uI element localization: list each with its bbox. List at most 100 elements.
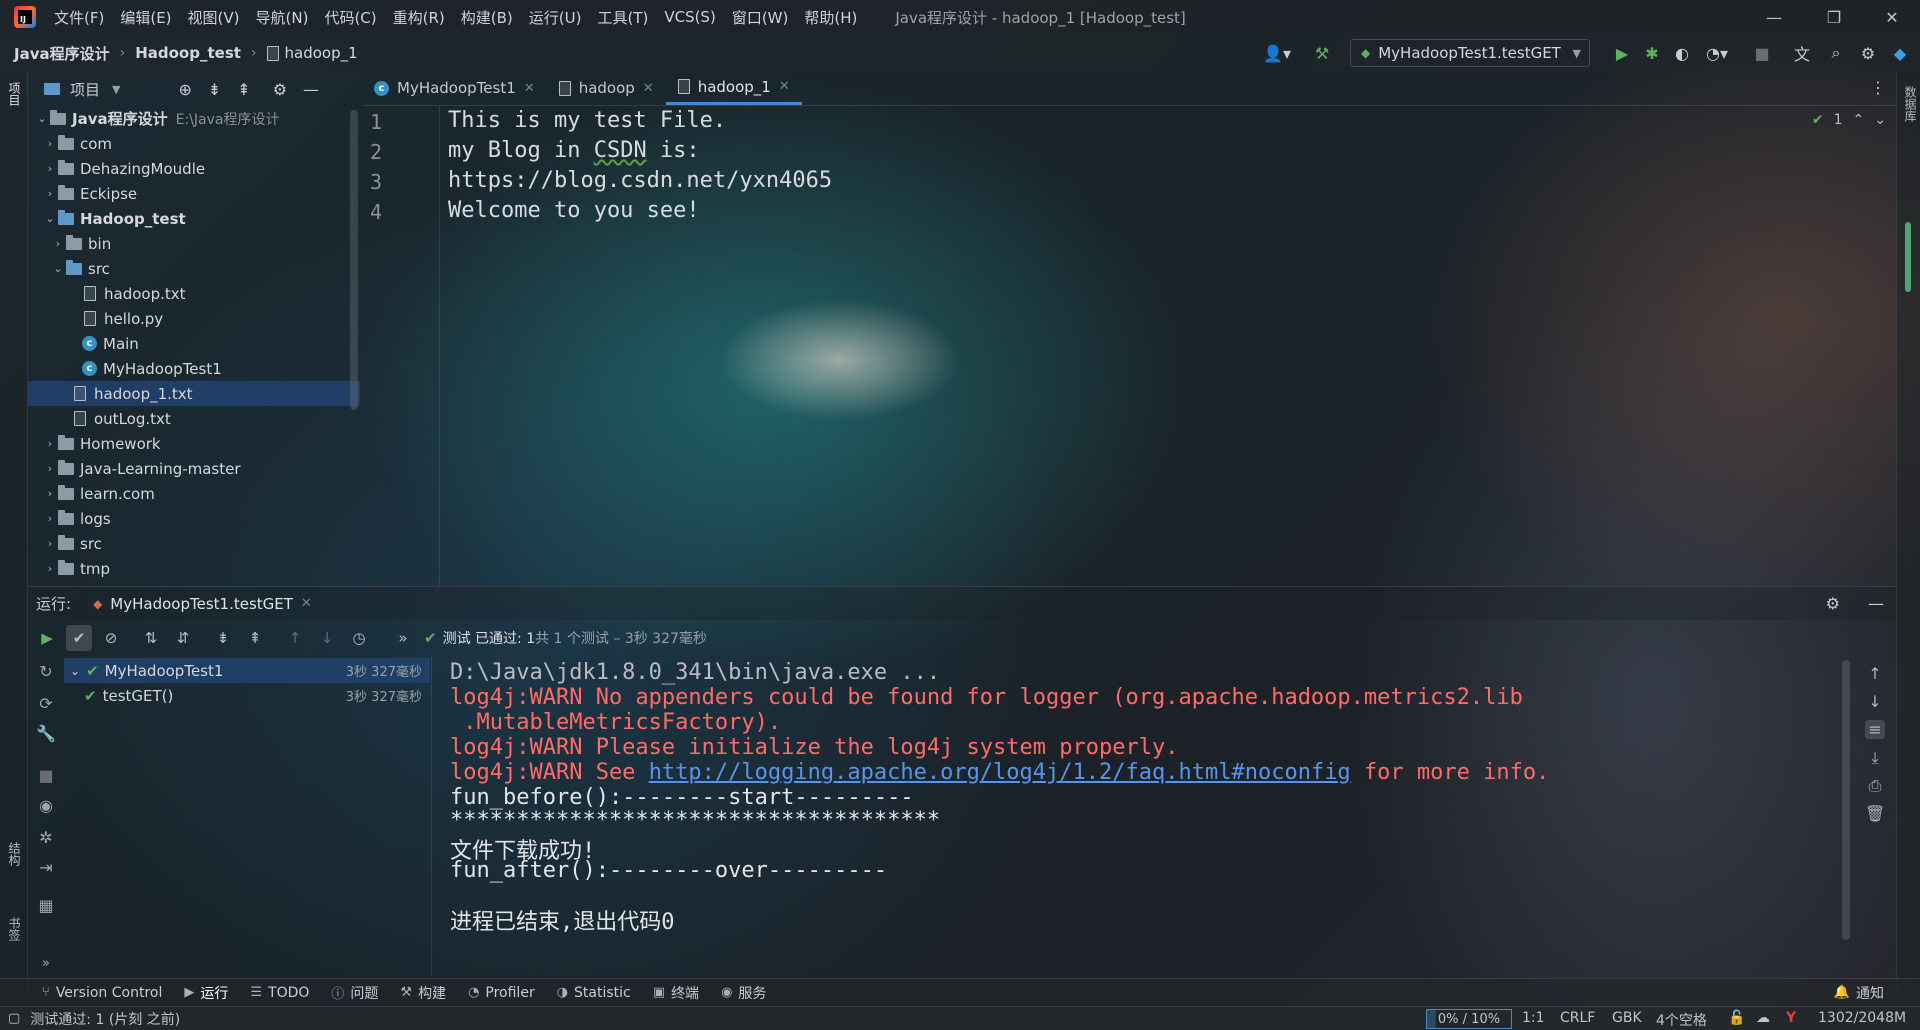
soft-wrap-icon[interactable]: ≡ — [1865, 720, 1885, 739]
next-highlight-icon[interactable]: ⌄ — [1874, 112, 1886, 128]
progress-indicator[interactable]: 0% / 10% — [1426, 1009, 1512, 1029]
tool-problems[interactable]: ⓘ 问题 — [331, 983, 378, 1003]
tree-item-dehazing[interactable]: › DehazingMoudle — [28, 156, 360, 181]
tab-hadoop[interactable]: hadoop ✕ — [547, 71, 666, 105]
minimize-icon[interactable]: — — [1746, 0, 1802, 34]
tree-item-eckipse[interactable]: › Eckipse — [28, 181, 360, 206]
settings-gear-icon[interactable]: ⚙ — [1826, 594, 1840, 613]
database-tool-button[interactable]: 数据库 — [1902, 86, 1919, 122]
console-scrollbar[interactable] — [1842, 660, 1850, 940]
menu-build[interactable]: 构建(B) — [461, 7, 513, 28]
editor-content[interactable]: This is my test File. my Blog in CSDN is… — [440, 106, 1890, 586]
more-icon[interactable]: » — [390, 625, 416, 651]
project-tool-button[interactable]: 项目 — [6, 82, 23, 106]
project-scrollbar[interactable] — [350, 110, 358, 410]
chevron-right-icon[interactable]: › — [42, 462, 58, 475]
restore-icon[interactable]: ❐ — [1806, 0, 1862, 34]
menu-refactor[interactable]: 重构(R) — [393, 7, 445, 28]
stop-icon[interactable]: ■ — [36, 766, 56, 786]
tree-item-src-root[interactable]: › src — [28, 531, 360, 556]
tree-item-learn-com[interactable]: › learn.com — [28, 481, 360, 506]
camera-icon[interactable]: ◉ — [36, 796, 56, 816]
tree-item-homework[interactable]: › Homework — [28, 431, 360, 456]
tree-item-hadoop-test[interactable]: ⌄ Hadoop_test — [28, 206, 360, 231]
tree-item-hadoop-txt[interactable]: hadoop.txt — [28, 281, 360, 306]
sort-alphabetically-icon[interactable]: ⇅ — [138, 625, 164, 651]
menu-tools[interactable]: 工具(T) — [597, 7, 648, 28]
tool-services[interactable]: ◉ 服务 — [721, 983, 766, 1003]
chevron-down-icon[interactable]: ⌄ — [34, 112, 50, 125]
tree-item-java-learning[interactable]: › Java-Learning-master — [28, 456, 360, 481]
tree-item-bin[interactable]: › bin — [28, 231, 360, 256]
close-tab-icon[interactable]: ✕ — [524, 81, 535, 96]
code-line[interactable]: https://blog.csdn.net/yxn4065 — [448, 168, 832, 193]
cloud-icon[interactable]: ☁ — [1756, 1010, 1770, 1026]
console-output[interactable]: D:\Java\jdk1.8.0_341\bin\java.exe ... lo… — [432, 656, 1842, 976]
menu-code[interactable]: 代码(C) — [324, 7, 376, 28]
intellij-logo-icon[interactable]: IJ — [14, 6, 36, 28]
tool-statistic[interactable]: ◑ Statistic — [557, 985, 631, 1001]
debug-icon[interactable]: ✱ — [1642, 43, 1662, 63]
show-ignored-icon[interactable]: ⊘ — [98, 625, 124, 651]
toggle-auto-test-icon[interactable]: ⟳ — [36, 694, 56, 714]
tool-notifications[interactable]: 🔔 通知 — [1834, 983, 1884, 1003]
bookmarks-tool-button[interactable]: 书签 — [6, 917, 23, 941]
menu-file[interactable]: 文件(F) — [54, 7, 104, 28]
log4j-faq-link[interactable]: http://logging.apache.org/log4j/1.2/faq.… — [649, 760, 1351, 785]
settings-gear-icon[interactable]: ⚙ — [1858, 43, 1878, 63]
settings-gear-icon[interactable]: ⚙ — [273, 80, 287, 99]
tree-item-src[interactable]: ⌄ src — [28, 256, 360, 281]
inspection-widget[interactable]: ✔ 1 ⌃ ⌄ — [1812, 112, 1886, 128]
tree-item-tmp[interactable]: › tmp — [28, 556, 360, 581]
menu-window[interactable]: 窗口(W) — [732, 7, 789, 28]
trash-icon[interactable]: 🗑 — [1865, 804, 1885, 823]
hide-panel-icon[interactable]: — — [303, 80, 319, 99]
code-line[interactable]: Welcome to you see! — [448, 198, 700, 223]
vcs-user-icon[interactable]: 👤▾ — [1262, 43, 1292, 63]
tree-item-com[interactable]: › com — [28, 131, 360, 156]
more-icon[interactable]: » — [36, 956, 56, 976]
run-config-tab[interactable]: MyHadoopTest1.testGET — [110, 595, 293, 613]
plugin-icon[interactable]: ◆ — [1890, 43, 1910, 63]
show-passed-icon[interactable]: ✔ — [66, 625, 92, 651]
expand-all-icon[interactable]: ⇟ — [210, 625, 236, 651]
chevron-right-icon[interactable]: › — [42, 137, 58, 150]
tree-item-hadoop-1-txt[interactable]: hadoop_1.txt — [28, 381, 360, 406]
rerun-icon[interactable]: ▶ — [34, 625, 60, 651]
chevron-right-icon[interactable]: › — [42, 162, 58, 175]
menu-edit[interactable]: 编辑(E) — [120, 7, 171, 28]
locate-icon[interactable]: ⊕ — [178, 80, 191, 99]
test-history-icon[interactable]: ◷ — [346, 625, 372, 651]
line-separator[interactable]: CRLF — [1560, 1010, 1595, 1026]
search-icon[interactable]: ⌕ — [1826, 43, 1846, 63]
breadcrumb-project[interactable]: Java程序设计 — [14, 43, 110, 64]
menu-vcs[interactable]: VCS(S) — [664, 8, 715, 26]
caret-position[interactable]: 1:1 — [1522, 1010, 1545, 1026]
menu-navigate[interactable]: 导航(N) — [256, 7, 309, 28]
tree-item-logs[interactable]: › logs — [28, 506, 360, 531]
hide-panel-icon[interactable]: — — [1868, 594, 1884, 613]
tree-item-hello-py[interactable]: hello.py — [28, 306, 360, 331]
chevron-down-icon[interactable]: ⌄ — [42, 212, 58, 225]
print-icon[interactable]: ⎙ — [1865, 776, 1885, 796]
close-tab-icon[interactable]: ✕ — [301, 596, 312, 611]
collapse-all-icon[interactable]: ⇞ — [242, 625, 268, 651]
scroll-up-icon[interactable]: ↑ — [1865, 664, 1885, 683]
tab-hadoop-1[interactable]: hadoop_1 ✕ — [665, 71, 802, 105]
file-encoding[interactable]: GBK — [1612, 1010, 1642, 1026]
tool-profiler[interactable]: ◔ Profiler — [468, 985, 535, 1001]
tree-item-outlog-txt[interactable]: outLog.txt — [28, 406, 360, 431]
stop-icon[interactable]: ■ — [1752, 43, 1772, 63]
chevron-right-icon[interactable]: › — [42, 187, 58, 200]
tree-root[interactable]: ⌄ Java程序设计 E:\Java程序设计 — [28, 106, 360, 131]
wrench-icon[interactable]: 🔧 — [36, 724, 56, 744]
previous-test-icon[interactable]: ↑ — [282, 625, 308, 651]
tree-item-myhadooptest1[interactable]: c MyHadoopTest1 — [28, 356, 360, 381]
menu-help[interactable]: 帮助(H) — [804, 7, 857, 28]
more-options-icon[interactable]: ⋮ — [1870, 78, 1886, 97]
next-test-icon[interactable]: ↓ — [314, 625, 340, 651]
sort-by-duration-icon[interactable]: ⇵ — [170, 625, 196, 651]
chevron-right-icon[interactable]: › — [42, 562, 58, 575]
readonly-lock-icon[interactable]: 🔓 — [1728, 1010, 1745, 1026]
tool-build[interactable]: ⚒ 构建 — [400, 983, 446, 1003]
